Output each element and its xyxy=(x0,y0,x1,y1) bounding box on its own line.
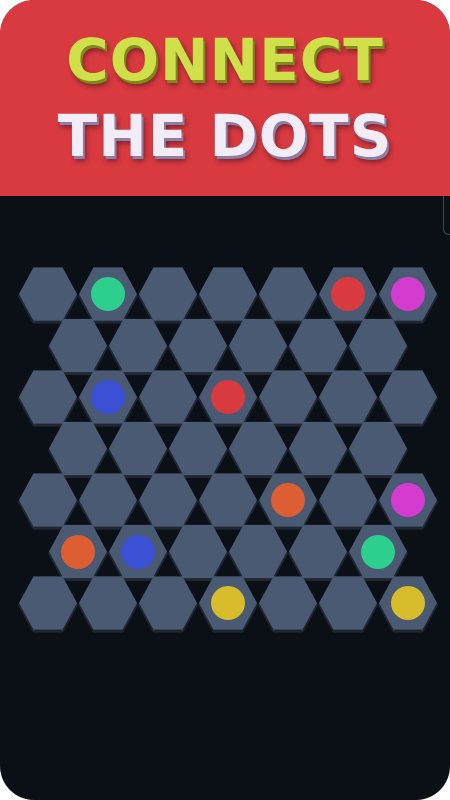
game-screen: CONNECT THE DOTS xyxy=(0,0,450,800)
yellow-dot[interactable] xyxy=(391,586,425,620)
hex-cell[interactable] xyxy=(289,318,347,373)
hex-cell[interactable] xyxy=(349,318,407,373)
hex-cell[interactable] xyxy=(259,473,317,527)
hex-cell[interactable] xyxy=(79,370,137,424)
hex-cell[interactable] xyxy=(19,267,77,321)
green-dot[interactable] xyxy=(361,534,395,569)
hex-cell[interactable] xyxy=(229,318,287,373)
hex-cell[interactable] xyxy=(169,421,227,476)
hex-cell[interactable] xyxy=(19,576,77,630)
hex-cell[interactable] xyxy=(259,370,317,424)
magenta-dot[interactable] xyxy=(391,277,425,311)
hex-board xyxy=(0,0,450,800)
hex-cell[interactable] xyxy=(109,421,167,476)
yellow-dot[interactable] xyxy=(211,586,245,620)
hex-cell[interactable] xyxy=(319,267,377,321)
red-dot[interactable] xyxy=(211,380,245,414)
hex-cell[interactable] xyxy=(169,318,227,373)
hex-cell[interactable] xyxy=(79,267,137,321)
hex-cell[interactable] xyxy=(349,524,407,579)
hex-cell[interactable] xyxy=(289,421,347,476)
hex-cell[interactable] xyxy=(109,318,167,373)
hex-cell[interactable] xyxy=(199,473,257,527)
hex-cell[interactable] xyxy=(19,370,77,424)
hex-cell[interactable] xyxy=(199,370,257,424)
hex-cell[interactable] xyxy=(139,473,197,527)
hex-cell[interactable] xyxy=(109,524,167,579)
hex-cell[interactable] xyxy=(379,267,437,321)
hex-cell[interactable] xyxy=(349,421,407,476)
hex-cell[interactable] xyxy=(259,267,317,321)
hex-cell[interactable] xyxy=(379,473,437,527)
hex-cell[interactable] xyxy=(49,318,107,373)
hex-cell[interactable] xyxy=(169,524,227,579)
orange-dot[interactable] xyxy=(61,534,95,569)
hex-cell[interactable] xyxy=(199,576,257,630)
hex-cell[interactable] xyxy=(319,576,377,630)
hex-cell[interactable] xyxy=(79,576,137,630)
hex-cell[interactable] xyxy=(319,473,377,527)
green-dot[interactable] xyxy=(91,277,125,311)
hex-cell[interactable] xyxy=(139,267,197,321)
red-dot[interactable] xyxy=(331,277,365,311)
hex-cell[interactable] xyxy=(79,473,137,527)
hex-cell[interactable] xyxy=(229,421,287,476)
blue-dot[interactable] xyxy=(91,380,125,414)
hex-cell[interactable] xyxy=(379,576,437,630)
hex-cell[interactable] xyxy=(229,524,287,579)
hex-cell[interactable] xyxy=(49,524,107,579)
hex-cell[interactable] xyxy=(19,473,77,527)
magenta-dot[interactable] xyxy=(391,483,425,517)
hex-cell[interactable] xyxy=(319,370,377,424)
orange-dot[interactable] xyxy=(271,483,305,517)
hex-cell[interactable] xyxy=(139,576,197,630)
hex-cell[interactable] xyxy=(379,370,437,424)
hex-cell[interactable] xyxy=(49,421,107,476)
blue-dot[interactable] xyxy=(121,534,155,569)
hex-cell[interactable] xyxy=(259,576,317,630)
hex-cell[interactable] xyxy=(199,267,257,321)
hex-cell[interactable] xyxy=(289,524,347,579)
hex-cell[interactable] xyxy=(139,370,197,424)
